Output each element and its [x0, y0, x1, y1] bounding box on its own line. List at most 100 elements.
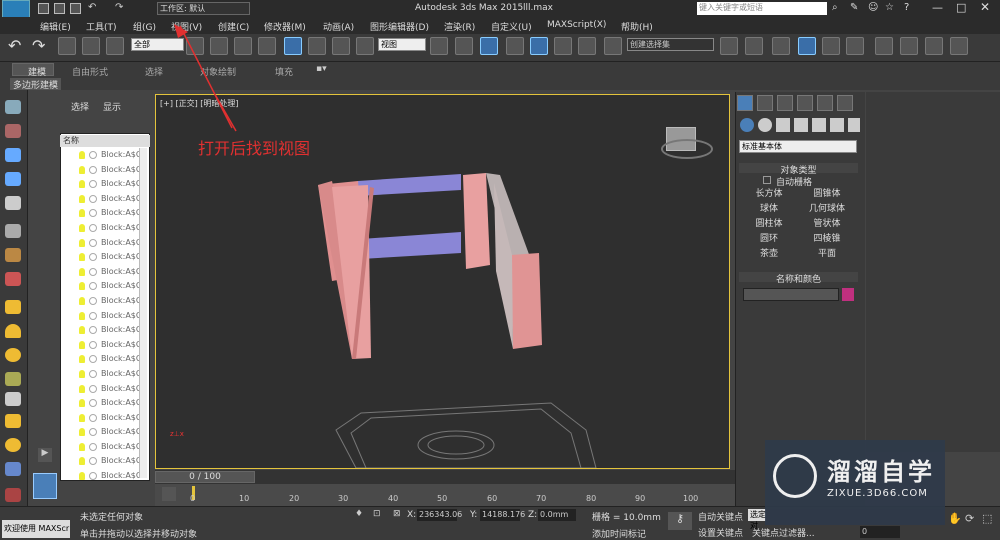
light-bulb-icon[interactable]: [79, 267, 85, 276]
named-selection-dropdown[interactable]: 创建选择集: [627, 38, 714, 51]
material-editor-icon[interactable]: [875, 37, 893, 55]
teapot-icon[interactable]: [5, 100, 21, 114]
light-bulb-icon[interactable]: [79, 326, 85, 335]
list-item[interactable]: Block:A$C: [61, 367, 149, 382]
render-setup-icon[interactable]: [900, 37, 918, 55]
light-bulb-icon[interactable]: [79, 209, 85, 218]
list-item[interactable]: Block:A$C: [61, 206, 149, 221]
menu-group[interactable]: 组(G): [133, 20, 156, 33]
visibility-icon[interactable]: [89, 428, 97, 437]
light-icon[interactable]: [5, 196, 21, 210]
light-bulb-icon[interactable]: [79, 428, 85, 437]
visibility-icon[interactable]: [89, 399, 97, 408]
search-input[interactable]: 键入关键字或短语: [697, 2, 827, 15]
light-bulb-icon[interactable]: [79, 238, 85, 247]
tube-button[interactable]: 管状体: [799, 218, 855, 232]
visibility-icon[interactable]: [89, 282, 97, 291]
create-tab-icon[interactable]: [737, 95, 753, 111]
list-item[interactable]: Block:A$C: [61, 163, 149, 178]
undo-icon[interactable]: ↶: [88, 2, 96, 13]
perspective-viewport[interactable]: [+] [正交] [明暗处理] 打开后找到视图 z⊥x: [155, 94, 730, 469]
cylinder-button[interactable]: 圆柱体: [741, 218, 797, 232]
list-item[interactable]: Block:A$C: [61, 454, 149, 469]
hierarchy-tab-icon[interactable]: [777, 95, 793, 111]
select-scale-icon[interactable]: [332, 37, 350, 55]
light-bulb-icon[interactable]: [79, 369, 85, 378]
light-bulb-icon[interactable]: [79, 180, 85, 189]
visibility-icon[interactable]: [89, 355, 97, 364]
list-item[interactable]: Block:A$C: [61, 294, 149, 309]
light-bulb-icon[interactable]: [79, 165, 85, 174]
z-coordinate[interactable]: 0.0mm: [538, 509, 576, 521]
tab-display[interactable]: 显示: [103, 100, 121, 113]
menu-modifiers[interactable]: 修改器(M): [264, 20, 306, 33]
workspace-dropdown[interactable]: 工作区: 默认: [157, 2, 250, 15]
open-icon[interactable]: [54, 3, 65, 14]
redo-icon[interactable]: ↷: [32, 36, 45, 55]
ribbon-options-icon[interactable]: ▪▾: [316, 64, 327, 74]
light-bulb-icon[interactable]: [79, 457, 85, 466]
layer-manager-icon[interactable]: [798, 37, 816, 55]
visibility-icon[interactable]: [89, 442, 97, 451]
isolate-icon[interactable]: ♦: [355, 509, 363, 519]
light-bulb-icon[interactable]: [79, 223, 85, 232]
visibility-icon[interactable]: [89, 413, 97, 422]
plane-button[interactable]: 平面: [799, 248, 855, 262]
expand-arrow-icon[interactable]: ▶: [38, 448, 52, 462]
section-name-color[interactable]: 名称和颜色: [739, 272, 858, 285]
visibility-icon[interactable]: [89, 384, 97, 393]
autogrid-checkbox[interactable]: [763, 176, 771, 184]
modify-tab-icon[interactable]: [757, 95, 773, 111]
place-icon[interactable]: [356, 37, 374, 55]
select-move-icon[interactable]: [284, 37, 302, 55]
visibility-icon[interactable]: [89, 296, 97, 305]
cone-button[interactable]: 圆锥体: [799, 188, 855, 202]
visibility-icon[interactable]: [89, 472, 97, 480]
visibility-icon[interactable]: [89, 209, 97, 218]
list-icon[interactable]: [5, 148, 21, 162]
close-button[interactable]: ✕: [980, 0, 990, 14]
auto-key-button[interactable]: 自动关键点: [698, 510, 743, 523]
visibility-icon[interactable]: [89, 223, 97, 232]
cameras-icon[interactable]: [794, 118, 808, 132]
help-icon[interactable]: ?: [904, 2, 909, 13]
lock-icon[interactable]: ⊡: [373, 509, 381, 519]
star-icon[interactable]: ☆: [885, 2, 894, 13]
rendered-frame-icon[interactable]: [925, 37, 943, 55]
visibility-icon[interactable]: [89, 267, 97, 276]
snap-toggle-icon[interactable]: [506, 37, 524, 55]
camera-icon[interactable]: [5, 224, 21, 238]
angle-snap-icon[interactable]: [530, 37, 548, 55]
percent-snap-icon[interactable]: [554, 37, 572, 55]
curve-editor-icon[interactable]: [846, 37, 864, 55]
particle-icon[interactable]: [5, 462, 21, 476]
undo-icon[interactable]: ↶: [8, 36, 21, 55]
object-name-input[interactable]: [743, 288, 839, 301]
user-icon[interactable]: ☺: [868, 2, 878, 13]
pivot-icon[interactable]: [430, 37, 448, 55]
visibility-icon[interactable]: [89, 311, 97, 320]
light-bulb-icon[interactable]: [79, 472, 85, 480]
list-item[interactable]: Block:A$C: [61, 382, 149, 397]
list-item[interactable]: Block:A$C: [61, 177, 149, 192]
light-bulb-icon[interactable]: [79, 413, 85, 422]
keyboard-shortcut-icon[interactable]: [480, 37, 498, 55]
box-button[interactable]: 长方体: [741, 188, 797, 202]
display-tab-icon[interactable]: [817, 95, 833, 111]
maximize-viewport-icon[interactable]: ⬚: [982, 512, 992, 525]
menu-graph-editors[interactable]: 图形编辑器(D): [370, 20, 429, 33]
new-icon[interactable]: [38, 3, 49, 14]
mini-curve-editor-icon[interactable]: [162, 487, 176, 501]
menu-help[interactable]: 帮助(H): [621, 20, 653, 33]
light-bulb-icon[interactable]: [79, 355, 85, 364]
helper-icon[interactable]: [5, 248, 21, 262]
layer-explorer-icon[interactable]: [772, 37, 790, 55]
motion-tab-icon[interactable]: [797, 95, 813, 111]
time-slider-handle[interactable]: 0 / 100: [155, 471, 255, 483]
window-crossing-icon[interactable]: [258, 37, 276, 55]
spinner-snap-icon[interactable]: [578, 37, 596, 55]
geometry-icon[interactable]: [740, 118, 754, 132]
y-coordinate[interactable]: 14188.176: [480, 509, 525, 521]
lights-icon[interactable]: [776, 118, 790, 132]
list-item[interactable]: Block:A$C: [61, 309, 149, 324]
